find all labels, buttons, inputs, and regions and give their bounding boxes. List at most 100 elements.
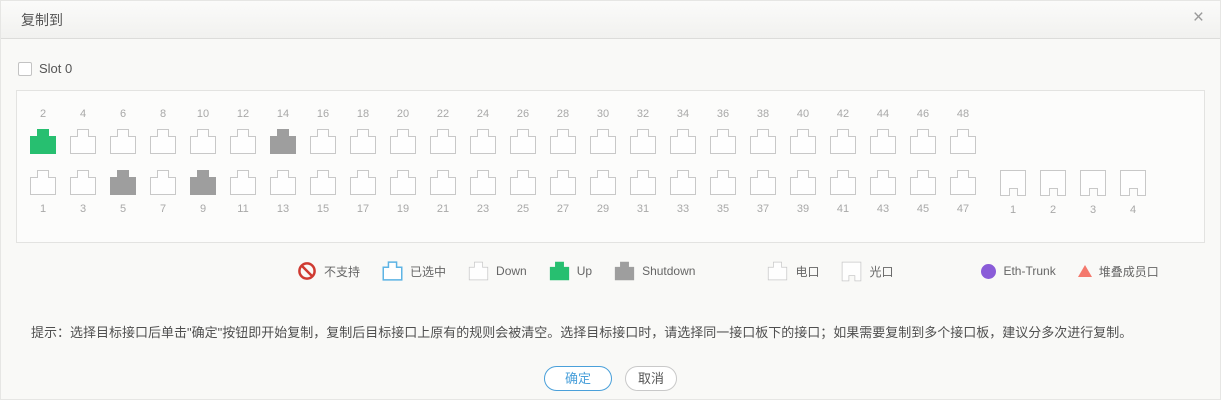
port-electrical-24[interactable]: 24 — [469, 108, 497, 155]
electrical-port-icon — [349, 128, 377, 155]
port-electrical-21[interactable]: 21 — [429, 169, 457, 216]
electrical-port-icon — [669, 169, 697, 196]
port-electrical-14[interactable]: 14 — [269, 108, 297, 155]
port-number: 25 — [517, 203, 529, 216]
port-number: 6 — [120, 108, 126, 121]
port-electrical-20[interactable]: 20 — [389, 108, 417, 155]
port-electrical-45[interactable]: 45 — [909, 169, 937, 216]
cancel-button[interactable]: 取消 — [625, 366, 677, 391]
port-electrical-23[interactable]: 23 — [469, 169, 497, 216]
port-electrical-11[interactable]: 11 — [229, 169, 257, 216]
electrical-port-icon — [767, 261, 788, 281]
port-electrical-26[interactable]: 26 — [509, 108, 537, 155]
slot-checkbox-row[interactable]: Slot 0 — [18, 61, 72, 76]
port-electrical-30[interactable]: 30 — [589, 108, 617, 155]
port-number: 24 — [477, 108, 489, 121]
electrical-port-icon — [669, 128, 697, 155]
optical-port-icon — [1119, 169, 1147, 197]
port-optical-2[interactable]: 2 — [1039, 169, 1067, 217]
port-electrical-13[interactable]: 13 — [269, 169, 297, 216]
port-optical-1[interactable]: 1 — [999, 169, 1027, 217]
legend-label: 已选中 — [410, 263, 446, 280]
port-electrical-44[interactable]: 44 — [869, 108, 897, 155]
port-electrical-3[interactable]: 3 — [69, 169, 97, 216]
legend-item-stack-member-triangle: 堆叠成员口 — [1078, 263, 1159, 280]
port-number: 8 — [160, 108, 166, 121]
legend-label: Eth-Trunk — [1003, 264, 1055, 278]
port-electrical-37[interactable]: 37 — [749, 169, 777, 216]
electrical-port-icon — [749, 169, 777, 196]
port-electrical-36[interactable]: 36 — [709, 108, 737, 155]
port-electrical-8[interactable]: 8 — [149, 108, 177, 155]
port-electrical-43[interactable]: 43 — [869, 169, 897, 216]
port-electrical-32[interactable]: 32 — [629, 108, 657, 155]
port-electrical-12[interactable]: 12 — [229, 108, 257, 155]
port-electrical-47[interactable]: 47 — [949, 169, 977, 216]
port-electrical-1[interactable]: 1 — [29, 169, 57, 216]
port-electrical-18[interactable]: 18 — [349, 108, 377, 155]
electrical-port-icon — [468, 261, 489, 281]
dialog-header: 复制到 × — [1, 1, 1220, 39]
port-electrical-35[interactable]: 35 — [709, 169, 737, 216]
ok-button[interactable]: 确定 — [544, 366, 612, 391]
electrical-port-icon — [829, 169, 857, 196]
port-electrical-15[interactable]: 15 — [309, 169, 337, 216]
port-electrical-48[interactable]: 48 — [949, 108, 977, 155]
port-electrical-5[interactable]: 5 — [109, 169, 137, 216]
port-electrical-29[interactable]: 29 — [589, 169, 617, 216]
electrical-port-icon — [789, 128, 817, 155]
port-number: 10 — [197, 108, 209, 121]
port-number: 12 — [237, 108, 249, 121]
port-number: 36 — [717, 108, 729, 121]
port-electrical-16[interactable]: 16 — [309, 108, 337, 155]
port-electrical-4[interactable]: 4 — [69, 108, 97, 155]
port-electrical-34[interactable]: 34 — [669, 108, 697, 155]
port-number: 39 — [797, 203, 809, 216]
port-number: 40 — [797, 108, 809, 121]
port-electrical-2[interactable]: 2 — [29, 108, 57, 155]
port-number: 33 — [677, 203, 689, 216]
electrical-port-icon — [309, 169, 337, 196]
port-electrical-27[interactable]: 27 — [549, 169, 577, 216]
port-number: 11 — [237, 203, 248, 216]
port-electrical-39[interactable]: 39 — [789, 169, 817, 216]
electrical-port-icon — [949, 169, 977, 196]
port-panel: 2468101214161820222426283032343638404244… — [16, 90, 1205, 243]
port-electrical-10[interactable]: 10 — [189, 108, 217, 155]
port-electrical-41[interactable]: 41 — [829, 169, 857, 216]
port-optical-4[interactable]: 4 — [1119, 169, 1147, 217]
port-number: 2 — [1050, 204, 1056, 217]
port-electrical-38[interactable]: 38 — [749, 108, 777, 155]
port-number: 23 — [477, 203, 489, 216]
electrical-port-icon — [909, 169, 937, 196]
port-optical-3[interactable]: 3 — [1079, 169, 1107, 217]
port-electrical-6[interactable]: 6 — [109, 108, 137, 155]
port-number: 3 — [80, 203, 86, 216]
port-electrical-9[interactable]: 9 — [189, 169, 217, 216]
port-electrical-42[interactable]: 42 — [829, 108, 857, 155]
legend-label: Up — [577, 264, 592, 278]
electrical-port-icon — [189, 128, 217, 155]
port-electrical-40[interactable]: 40 — [789, 108, 817, 155]
electrical-port-icon — [869, 169, 897, 196]
port-number: 3 — [1090, 204, 1096, 217]
slot-checkbox[interactable] — [18, 62, 32, 76]
port-electrical-19[interactable]: 19 — [389, 169, 417, 216]
port-electrical-28[interactable]: 28 — [549, 108, 577, 155]
port-number: 16 — [317, 108, 329, 121]
port-number: 37 — [757, 203, 769, 216]
port-group-electrical: 1357911131517192123252729313335373941434… — [29, 169, 977, 216]
port-electrical-7[interactable]: 7 — [149, 169, 177, 216]
port-electrical-33[interactable]: 33 — [669, 169, 697, 216]
optical-port-icon — [1039, 169, 1067, 197]
electrical-port-icon — [429, 128, 457, 155]
port-electrical-17[interactable]: 17 — [349, 169, 377, 216]
port-electrical-22[interactable]: 22 — [429, 108, 457, 155]
port-electrical-46[interactable]: 46 — [909, 108, 937, 155]
port-electrical-25[interactable]: 25 — [509, 169, 537, 216]
legend-label: 光口 — [869, 263, 893, 280]
port-electrical-31[interactable]: 31 — [629, 169, 657, 216]
close-icon[interactable]: × — [1193, 8, 1204, 27]
electrical-port-icon — [589, 169, 617, 196]
port-number: 5 — [120, 203, 126, 216]
